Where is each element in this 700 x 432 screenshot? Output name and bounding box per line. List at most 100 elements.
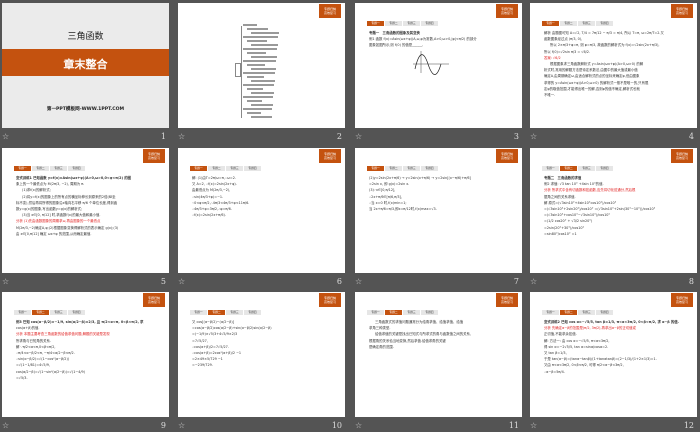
slide-thumbnail-cell: 专题归纳 高效复习 专题一 专题二 专题三 专题四 变式训练1 已知函数 y=f(x)=As…: [2, 148, 169, 288]
slide-number: 7: [513, 277, 519, 286]
slide-transition-star-icon[interactable]: ☆: [355, 277, 362, 286]
badge-line: 高效复习: [323, 300, 336, 304]
mind-map-branch: [247, 100, 262, 102]
section-badge: 专题归纳 高效复习: [671, 4, 693, 18]
slide-thumbnail[interactable]: 专题归纳 高效复习: [178, 3, 345, 128]
slide-thumbnail[interactable]: 专题归纳 高效复习 专题一 专题二 专题三 专题四 解: (1)由T=2π/ω=π,∴ω=2…: [178, 148, 345, 273]
topic-tabs: 专题一 专题二 专题三 专题四: [542, 166, 613, 171]
topic-tab: 专题三: [403, 21, 420, 26]
section-badge: 专题归纳 高效复习: [319, 293, 341, 307]
slide-transition-star-icon[interactable]: ☆: [2, 132, 9, 141]
topic-tab: 专题四: [421, 21, 438, 26]
text-line: =sin80°/cos10° =1: [544, 231, 577, 236]
slide-transition-star-icon[interactable]: ☆: [530, 421, 537, 430]
slide-thumbnail[interactable]: 专题归纳 高效复习 专题一 专题二 专题三 专题四 专题二 三角函数的求值 例2 求值: √3…: [530, 148, 697, 273]
topic-tab: 专题一: [367, 166, 384, 171]
slide-thumbnail[interactable]: 三角函数 章末整合 第一PPT模板网-WWW.1PPT.COM: [2, 3, 169, 128]
slide-footer-text: 第一PPT模板网-WWW.1PPT.COM: [46, 107, 125, 112]
topic-tab: 专题二: [560, 310, 577, 315]
topic-tab: 专题二: [208, 166, 225, 171]
slide-thumbnail[interactable]: 专题归纳 高效复习 专题一 专题二 专题三 专题四 变式训练2 已知 cos α=−√5/5…: [530, 292, 697, 417]
slide-transition-star-icon[interactable]: ☆: [178, 421, 185, 430]
slide-thumbnail-cell: 专题归纳 高效复习 专题一 专题二 专题三 专题四 例3 已知 cos(α−β/2)=−1/…: [2, 292, 169, 432]
section-badge: 专题归纳 高效复习: [143, 149, 165, 163]
slide-thumbnail-cell: 专题归纳 高效复习 专题一 专题二 专题三 专题四 解析 由题图可知 A=√2, T/4 =…: [530, 3, 697, 143]
slide-thumbnail[interactable]: 专题归纳 高效复习 专题一 专题二 专题三 专题四 专题一 三角函数的图象及其变换 例1 函数…: [355, 3, 522, 128]
section-badge: 专题归纳 高效复习: [496, 149, 518, 163]
mind-map: [233, 18, 293, 123]
section-badge: 专题归纳 高效复习: [496, 293, 518, 307]
slide-footer: ☆ 5: [2, 277, 169, 288]
slide-body: (2)y=2sin(2x+π/6) → y=2sin(x+π/6) → y=2s…: [369, 175, 512, 212]
slide-thumbnail-cell: 专题归纳 高效复习 专题一 专题二 专题三 专题四又 cos[(α−β/2)−(α/2−β…: [178, 292, 345, 432]
slide-number: 2: [336, 132, 342, 141]
slide-thumbnail[interactable]: 专题归纳 高效复习 专题一 专题二 专题三 专题四 例3 已知 cos(α−β/2)=−1/…: [2, 292, 169, 417]
slide-number: 9: [160, 421, 166, 430]
slide-body: 三角函数式的求值问题通常分为给角求值、给值求值、给值 求角三种类型. 给值求值的关键…: [369, 319, 512, 350]
slide-footer: ☆ 10: [178, 421, 345, 432]
slide-thumbnail[interactable]: 专题归纳 高效复习 专题一 专题二 专题三 专题四又 cos[(α−β/2)−(α/2−β…: [178, 292, 345, 417]
mind-map-branch: [243, 60, 276, 62]
topic-tab: 专题一: [190, 310, 207, 315]
slide-thumbnail[interactable]: 专题归纳 高效复习 专题一 专题二 专题三 专题四 变式训练1 已知函数 y=f(x)=As…: [2, 148, 169, 273]
slide-thumbnail[interactable]: 专题归纳 高效复习 专题一 专题二 专题三 专题四 (2)y=2sin(2x+π/6) → …: [355, 148, 522, 273]
mind-map-branch: [247, 28, 268, 30]
slide-thumbnail-cell: 专题归纳 高效复习 专题一 专题二 专题三 专题四 解: (1)由T=2π/ω=π,∴ω=2…: [178, 148, 345, 288]
slide-transition-star-icon[interactable]: ☆: [2, 277, 9, 286]
mind-map-branch: [243, 84, 274, 86]
text-line: ∴α−β=5π/4.: [544, 369, 565, 374]
topic-tab: 专题一: [367, 21, 384, 26]
section-badge: 专题归纳 高效复习: [671, 293, 693, 307]
topic-tab: 专题三: [226, 310, 243, 315]
topic-tab: 专题二: [208, 310, 225, 315]
topic-tab: 专题四: [68, 310, 85, 315]
text-line: ∴f(x)=2sin(2x+π/6).: [192, 213, 226, 218]
mind-map-branch: [247, 52, 266, 54]
topic-tab: 专题四: [596, 21, 613, 26]
mind-map-branch: [251, 68, 276, 70]
topic-tab: 专题二: [385, 166, 402, 171]
text-line: 当 2x+π/6=π/3,即x=π/12时,f(x)max=√3.: [369, 207, 437, 212]
slide-transition-star-icon[interactable]: ☆: [530, 277, 537, 286]
topic-tab: 专题一: [542, 310, 559, 315]
slide-transition-star-icon[interactable]: ☆: [2, 421, 9, 430]
mind-map-branch: [243, 24, 257, 26]
mind-map-branch: [247, 64, 265, 66]
topic-tab: 专题三: [403, 310, 420, 315]
topic-tabs: 专题一 专题二 专题三 专题四: [14, 310, 85, 315]
slide-thumbnail[interactable]: 专题归纳 高效复习 专题一 专题二 专题三 专题四 解析 由题图可知 A=√2, T/4 =…: [530, 3, 697, 128]
badge-line: 高效复习: [500, 300, 513, 304]
slide-transition-star-icon[interactable]: ☆: [178, 277, 185, 286]
topic-tabs: 专题一 专题二 专题三 专题四: [542, 21, 613, 26]
slide-thumbnail-cell: 专题归纳 高效复习 专题一 专题二 专题三 专题四 三角函数式的求值问题通常分为给角求值、给…: [355, 292, 522, 432]
slide-transition-star-icon[interactable]: ☆: [530, 132, 537, 141]
slide-number: 4: [688, 132, 694, 141]
mind-map-branch: [243, 108, 272, 110]
mind-map-branch: [243, 36, 278, 38]
topic-tab: 专题三: [403, 166, 420, 171]
slide-transition-star-icon[interactable]: ☆: [355, 132, 362, 141]
topic-tab: 专题二: [385, 310, 402, 315]
slide-transition-star-icon[interactable]: ☆: [178, 132, 185, 141]
topic-tab: 专题一: [542, 21, 559, 26]
mind-map-branch: [251, 80, 275, 82]
slide-body: 专题二 三角函数的求值 例2 求值: √3 tan 10° +4sin 10°的值…: [544, 175, 687, 237]
slide-body: 例3 已知 cos(α−β/2)=−1/9, sin(α/2−β)=2/3, 且…: [16, 319, 159, 381]
topic-tab: 专题三: [50, 166, 67, 171]
slide-footer: ☆ 12: [530, 421, 697, 432]
slide-body: 解: (1)由T=2π/ω=π,∴ω=2. 又 A=2, ∴f(x)=2sin(2…: [192, 175, 335, 218]
topic-tab: 专题四: [596, 310, 613, 315]
slide-number: 1: [160, 132, 166, 141]
slide-thumbnail-cell: 专题归纳 高效复习 专题一 专题二 专题三 专题四 变式训练2 已知 cos α=−√5/5…: [530, 292, 697, 432]
badge-line: 高效复习: [500, 156, 513, 160]
slide-body: 变式训练2 已知 cos α=−√5/5, tan β=1/3, π<α<3π/…: [544, 319, 687, 375]
slide-footer: ☆ 6: [178, 277, 345, 288]
slide-transition-star-icon[interactable]: ☆: [355, 421, 362, 430]
topic-tab: 专题一: [190, 166, 207, 171]
text-line: 不唯一.: [544, 93, 556, 98]
slide-thumbnail[interactable]: 专题归纳 高效复习 专题一 专题二 专题三 专题四 三角函数式的求值问题通常分为给角求值、给…: [355, 292, 522, 417]
text-line: =−239/729.: [192, 363, 213, 368]
slide-subtitle: 三角函数: [67, 32, 104, 42]
badge-line: 高效复习: [147, 156, 160, 160]
slide-thumbnail-cell: 专题归纳 高效复习 专题一 专题二 专题三 专题四 专题一 三角函数的图象及其变换 例1 函数…: [355, 3, 522, 143]
